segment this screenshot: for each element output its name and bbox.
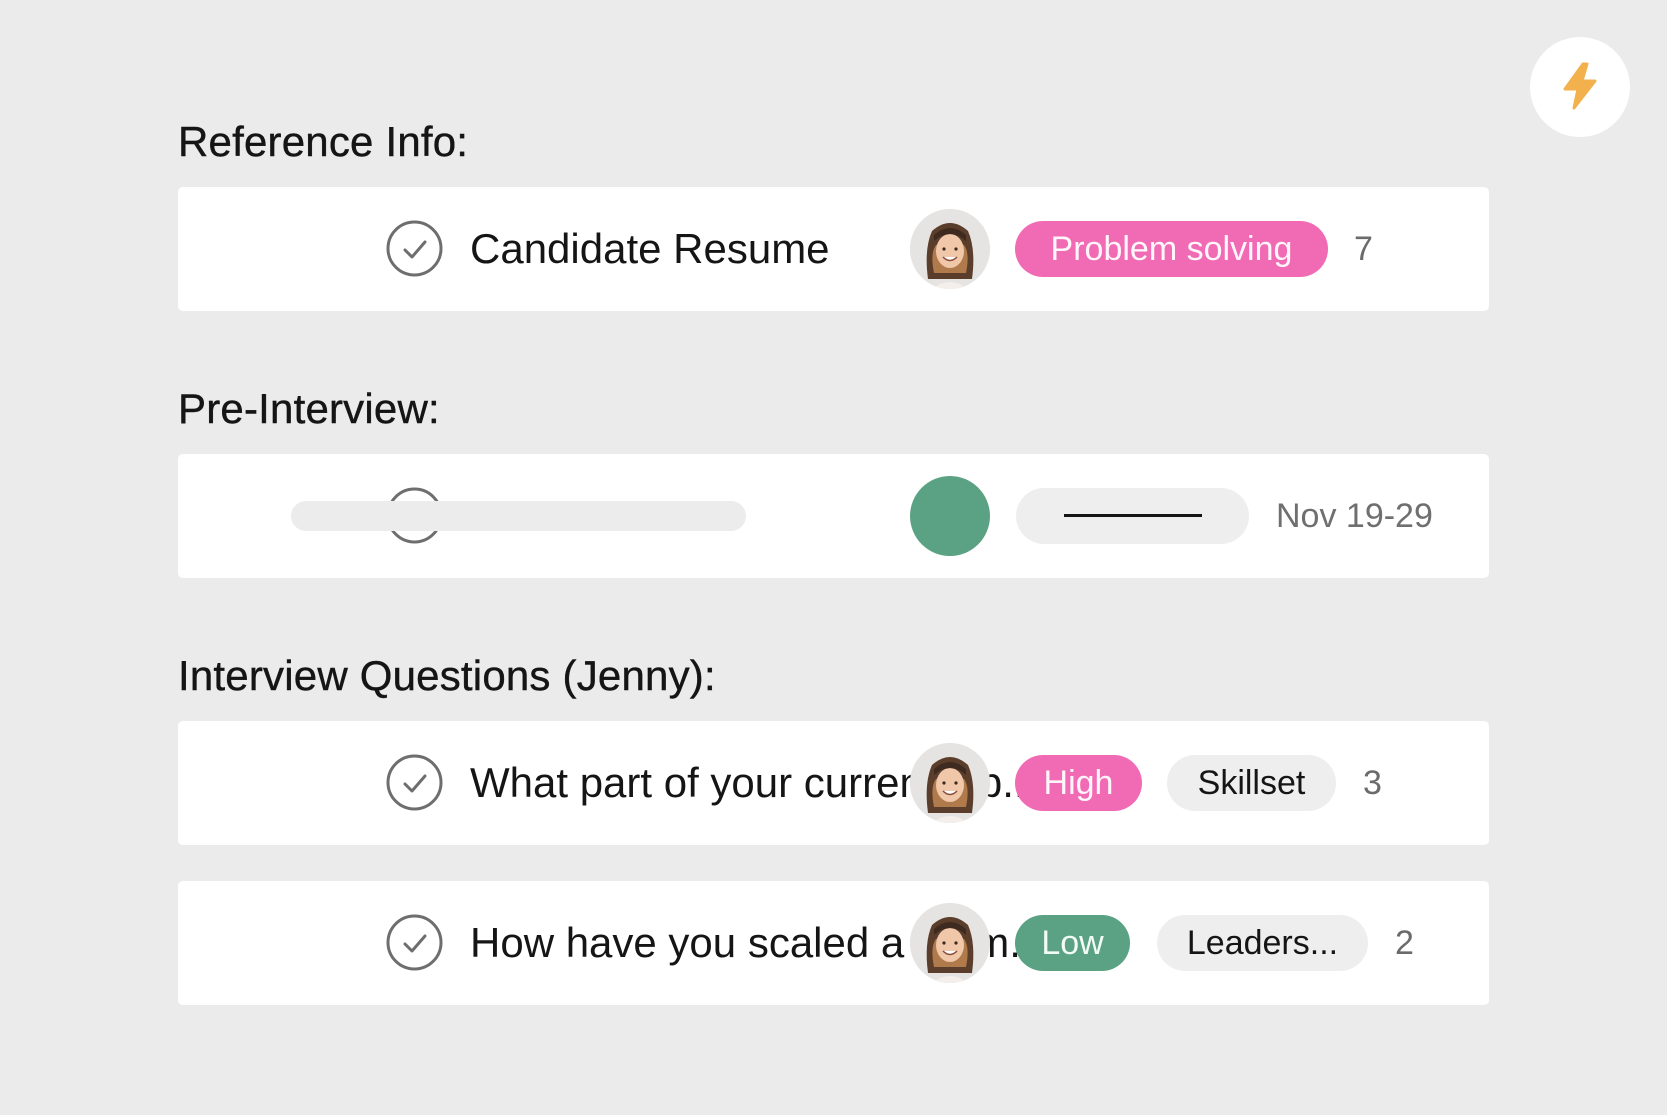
tag-pill[interactable]: Problem solving [1015, 221, 1328, 277]
assignee-avatar[interactable] [910, 743, 990, 823]
assignee-avatar[interactable] [910, 209, 990, 289]
complete-checkbox[interactable] [386, 754, 443, 811]
subtask-count: 7 [1354, 230, 1373, 268]
priority-pill[interactable]: Low [1015, 915, 1130, 971]
task-row[interactable]: What part of your current job... High Sk… [178, 721, 1489, 845]
category-pill[interactable]: Skillset [1167, 755, 1336, 811]
complete-checkbox[interactable] [386, 914, 443, 971]
task-title[interactable]: Candidate Resume [470, 187, 830, 311]
check-circle-icon [386, 914, 443, 971]
lightning-bolt-icon [1563, 62, 1597, 110]
section-heading-interview-questions: Interview Questions (Jenny): [178, 652, 716, 699]
dash-line [1064, 514, 1202, 517]
person-photo-icon [910, 743, 990, 823]
complete-checkbox[interactable] [386, 220, 443, 277]
person-photo-icon [910, 903, 990, 983]
quick-action-button[interactable] [1530, 37, 1630, 137]
task-row[interactable]: How have you scaled a team... Low Leader… [178, 881, 1489, 1005]
check-circle-icon [386, 220, 443, 277]
tag-placeholder-pill[interactable] [1016, 488, 1249, 544]
assignee-avatar[interactable] [910, 903, 990, 983]
check-circle-icon [386, 754, 443, 811]
section-heading-reference: Reference Info: [178, 118, 469, 165]
task-row[interactable]: Nov 19-29 [178, 454, 1489, 578]
person-photo-icon [910, 209, 990, 289]
section-heading-pre-interview: Pre-Interview: [178, 385, 440, 432]
category-pill[interactable]: Leaders... [1157, 915, 1368, 971]
priority-pill[interactable]: High [1015, 755, 1142, 811]
due-date[interactable]: Nov 19-29 [1276, 454, 1433, 578]
subtask-count: 2 [1395, 924, 1414, 962]
assignee-avatar-placeholder[interactable] [910, 476, 990, 556]
task-title-placeholder[interactable] [291, 501, 746, 531]
subtask-count: 3 [1363, 764, 1382, 802]
task-row[interactable]: Candidate Resume Problem solving 7 [178, 187, 1489, 311]
